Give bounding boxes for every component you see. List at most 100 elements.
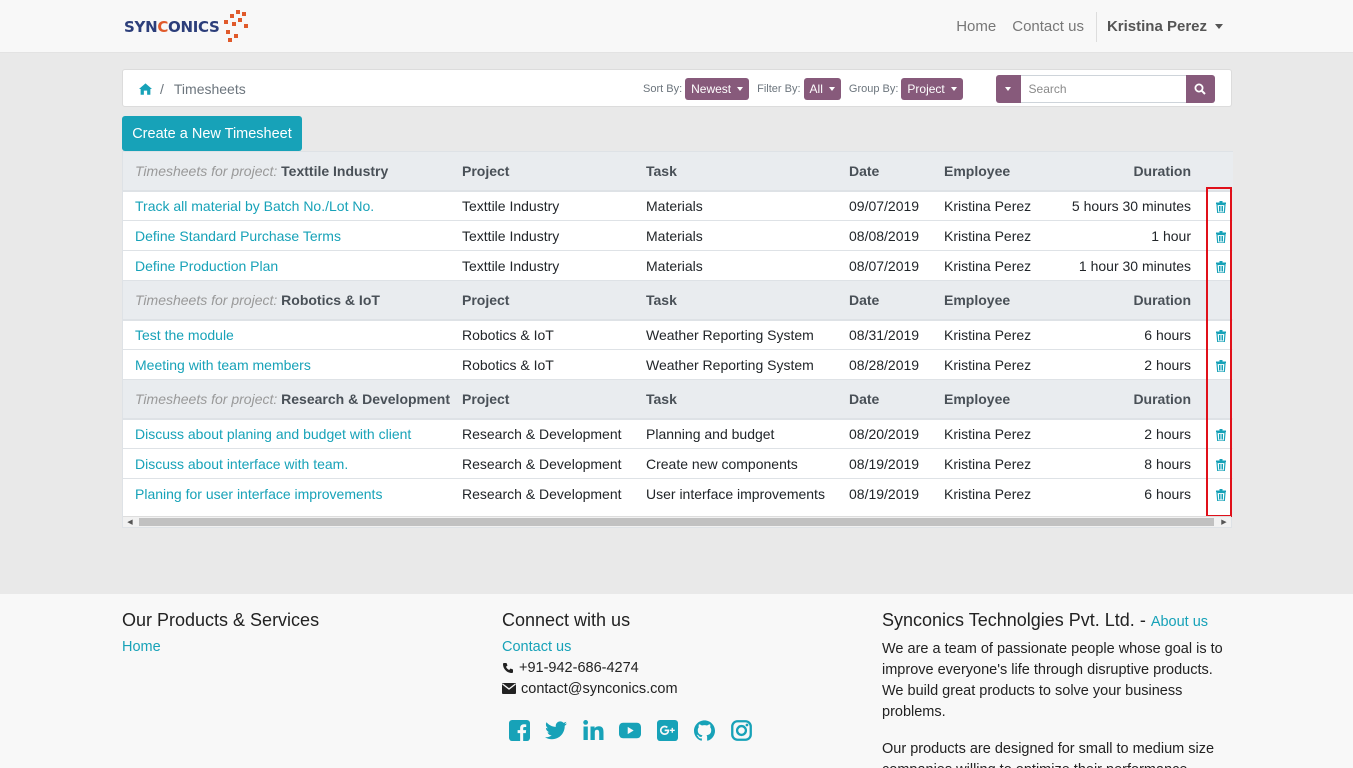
cell-employee: Kristina Perez [944, 448, 1054, 479]
timesheet-link[interactable]: Define Standard Purchase Terms [135, 228, 341, 244]
cell-project: Research & Development [462, 418, 646, 449]
header-employee: Employee [944, 379, 1054, 420]
sort-value: Newest [691, 82, 732, 96]
breadcrumb-separator: / [160, 81, 164, 97]
horizontal-scrollbar[interactable]: ◀ ▶ [123, 516, 1231, 527]
table-row: Discuss about planing and budget with cl… [123, 418, 1233, 449]
cell-project: Robotics & IoT [462, 349, 646, 380]
cell-employee: Kristina Perez [944, 478, 1054, 509]
trash-icon [1216, 330, 1226, 343]
timesheet-link[interactable]: Meeting with team members [135, 357, 311, 373]
table-row: Meeting with team members Robotics & IoT W… [123, 349, 1233, 380]
cell-duration: 1 hour [1054, 220, 1209, 251]
footer-phone: +91-942-686-4274 [502, 659, 767, 676]
group-title: Timesheets for project: Robotics & IoT [123, 280, 462, 321]
github-icon[interactable] [693, 719, 715, 741]
search-icon [1194, 83, 1206, 95]
trash-icon [1216, 429, 1226, 442]
cell-employee: Kristina Perez [944, 319, 1054, 350]
home-icon[interactable] [139, 83, 152, 95]
search-options-dropdown[interactable] [996, 75, 1021, 103]
phone-icon [503, 662, 513, 673]
delete-button[interactable] [1209, 220, 1233, 251]
user-menu-dropdown[interactable]: Kristina Perez [1101, 18, 1223, 35]
cell-task: Weather Reporting System [646, 349, 849, 380]
cell-duration: 5 hours 30 minutes [1054, 190, 1209, 221]
twitter-icon[interactable] [545, 719, 567, 741]
cell-title: Define Standard Purchase Terms [123, 220, 462, 251]
youtube-icon[interactable] [619, 719, 641, 741]
cell-title: Discuss about interface with team. [123, 448, 462, 479]
timesheets-table: Timesheets for project: Texttile Industr… [123, 151, 1233, 509]
filter-dropdown[interactable]: All [803, 78, 841, 100]
footer-home-link[interactable]: Home [122, 639, 319, 655]
company-title: Synconics Technolgies Pvt. Ltd. - About … [882, 610, 1232, 631]
trash-icon [1216, 230, 1226, 243]
cell-task: User interface improvements [646, 478, 849, 509]
chevron-down-icon [828, 87, 835, 91]
timesheet-link[interactable]: Discuss about planing and budget with cl… [135, 426, 411, 442]
email-address: contact@synconics.com [521, 680, 678, 697]
facebook-icon[interactable] [508, 719, 530, 741]
chevron-down-icon [737, 87, 744, 91]
table-row: Planing for user interface improvements R… [123, 478, 1233, 509]
cell-project: Texttile Industry [462, 190, 646, 221]
search-input[interactable] [1020, 75, 1186, 103]
create-timesheet-button[interactable]: Create a New Timesheet [122, 116, 302, 151]
delete-button[interactable] [1209, 448, 1233, 479]
header-task: Task [646, 280, 849, 321]
filter-controls: Sort By: Newest Filter By: All Group By:… [643, 70, 971, 108]
about-us-link[interactable]: About us [1151, 614, 1208, 630]
cell-date: 08/28/2019 [849, 349, 944, 380]
delete-button[interactable] [1209, 349, 1233, 380]
group-header-row: Timesheets for project: Robotics & IoT Pr… [123, 280, 1233, 321]
logo-dots-icon [222, 10, 252, 44]
timesheet-link[interactable]: Define Production Plan [135, 258, 278, 274]
footer-about: Synconics Technolgies Pvt. Ltd. - About … [882, 610, 1232, 768]
timesheet-link[interactable]: Track all material by Batch No./Lot No. [135, 198, 374, 214]
timesheet-link[interactable]: Discuss about interface with team. [135, 456, 348, 472]
delete-button[interactable] [1209, 190, 1233, 221]
instagram-icon[interactable] [730, 719, 752, 741]
timesheet-link[interactable]: Test the module [135, 327, 234, 343]
synconics-logo[interactable]: SYNCONICS [124, 10, 252, 44]
linkedin-icon[interactable] [582, 719, 604, 741]
cell-task: Weather Reporting System [646, 319, 849, 350]
google-plus-icon[interactable] [656, 719, 678, 741]
delete-button[interactable] [1209, 478, 1233, 509]
cell-title: Track all material by Batch No./Lot No. [123, 190, 462, 221]
trash-icon [1216, 458, 1226, 471]
group-header-row: Timesheets for project: Texttile Industr… [123, 151, 1233, 192]
header-date: Date [849, 379, 944, 420]
cell-duration: 8 hours [1054, 448, 1209, 479]
footer-contact-link[interactable]: Contact us [502, 639, 767, 655]
cell-title: Planing for user interface improvements [123, 478, 462, 509]
header-actions [1209, 379, 1233, 420]
header-task: Task [646, 379, 849, 420]
nav-contact-link[interactable]: Contact us [1004, 18, 1092, 35]
group-dropdown[interactable]: Project [901, 78, 963, 100]
cell-employee: Kristina Perez [944, 220, 1054, 251]
cell-duration: 1 hour 30 minutes [1054, 250, 1209, 281]
sort-dropdown[interactable]: Newest [685, 78, 750, 100]
delete-button[interactable] [1209, 250, 1233, 281]
header-actions [1209, 280, 1233, 321]
trash-icon [1216, 201, 1226, 214]
about-paragraph-2: Our products are designed for small to m… [882, 741, 1215, 768]
cell-date: 08/19/2019 [849, 478, 944, 509]
search-button[interactable] [1185, 75, 1215, 103]
scroll-left-arrow-icon[interactable]: ◀ [123, 517, 137, 527]
group-value: Project [907, 82, 945, 96]
scroll-right-arrow-icon[interactable]: ▶ [1217, 517, 1231, 527]
delete-button[interactable] [1209, 418, 1233, 449]
group-prefix: Timesheets for project: [135, 390, 278, 407]
delete-button[interactable] [1209, 319, 1233, 350]
group-header-row: Timesheets for project: Research & Devel… [123, 379, 1233, 420]
timesheets-table-container: Timesheets for project: Texttile Industr… [122, 151, 1233, 528]
cell-duration: 6 hours [1054, 319, 1209, 350]
cell-project: Texttile Industry [462, 250, 646, 281]
nav-home-link[interactable]: Home [948, 18, 1004, 35]
scrollbar-thumb[interactable] [139, 518, 1214, 526]
timesheet-link[interactable]: Planing for user interface improvements [135, 486, 382, 502]
nav-links: Home Contact us Kristina Perez [948, 0, 1223, 53]
